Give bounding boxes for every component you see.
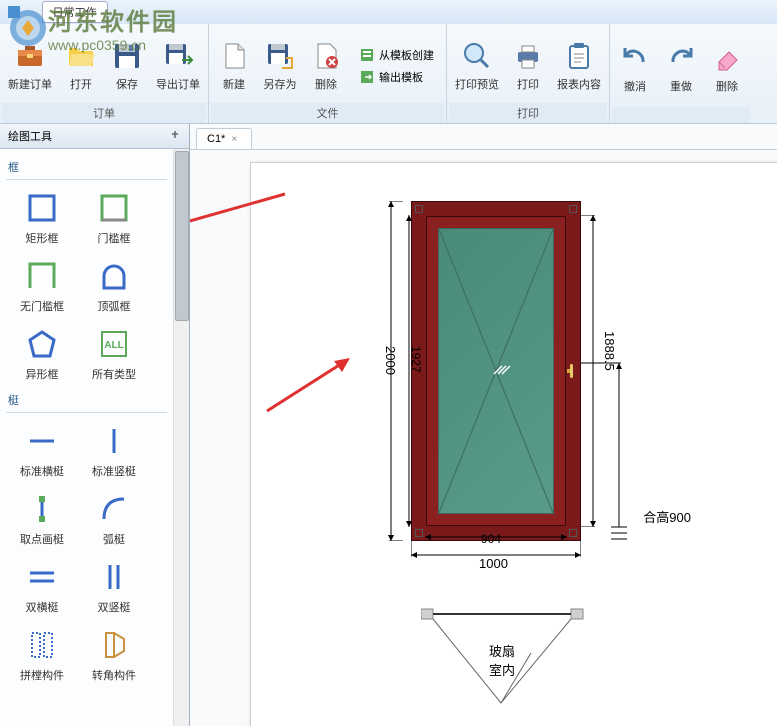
door-drawing[interactable]: 2000 1927 1888.5 — [411, 201, 581, 541]
tool-no-threshold[interactable]: 无门槛框 — [6, 252, 78, 320]
door-frame — [411, 201, 581, 541]
point-mullion-icon — [24, 491, 60, 527]
ribbon: 新建订单 打开 保存 导出订单 订单 新建 — [0, 24, 777, 124]
doc-delete-icon — [310, 40, 342, 72]
pin-icon[interactable] — [169, 130, 181, 142]
tool-point-mullion[interactable]: 取点画梃 — [6, 485, 78, 553]
output-template-button[interactable]: 输出模板 — [355, 66, 438, 88]
ribbon-group-edit-label — [612, 107, 750, 123]
tab-c1[interactable]: C1* × — [196, 128, 252, 149]
glass-diagonals — [439, 229, 553, 513]
printer-icon — [512, 40, 544, 72]
plan-label: 玻扇 室内 — [489, 641, 515, 679]
door-glass — [438, 228, 554, 514]
tab-close-icon[interactable]: × — [231, 134, 241, 144]
save-button[interactable]: 保存 — [104, 28, 150, 103]
tools-panel-header: 绘图工具 — [0, 124, 189, 149]
print-button[interactable]: 打印 — [505, 28, 551, 103]
tool-door-frame[interactable]: 门槛框 — [78, 184, 150, 252]
from-template-button[interactable]: 从模板创建 — [355, 44, 438, 66]
magnifier-icon — [461, 40, 493, 72]
dim-handle — [581, 361, 631, 541]
arc-top-icon — [96, 258, 132, 294]
dim-handle-height: 合高900 — [643, 507, 691, 526]
tool-joint-component[interactable]: 拼樘构件 — [6, 621, 78, 689]
save-as-button[interactable]: 另存为 — [257, 28, 303, 103]
svg-text:ALL: ALL — [104, 340, 123, 351]
floppy-icon — [111, 40, 143, 72]
v-mullion-icon — [96, 423, 132, 459]
export-order-button[interactable]: 导出订单 — [150, 28, 206, 103]
door-frame-icon — [96, 190, 132, 226]
tool-corner-component[interactable]: 转角构件 — [78, 621, 150, 689]
corner-clip-bl — [415, 529, 423, 537]
template-out-icon — [359, 69, 375, 85]
clipboard-icon — [563, 40, 595, 72]
corner-clip-br — [569, 529, 577, 537]
corner-clip-tl — [415, 205, 423, 213]
open-button[interactable]: 打开 — [58, 28, 104, 103]
rect-frame-icon — [24, 190, 60, 226]
tool-arc-mullion[interactable]: 弧梃 — [78, 485, 150, 553]
canvas-paper: 2000 1927 1888.5 — [250, 162, 777, 726]
document-tabs: C1* × — [190, 124, 777, 150]
print-preview-button[interactable]: 打印预览 — [449, 28, 505, 103]
dbl-h-mullion-icon — [24, 559, 60, 595]
polygon-frame-icon — [24, 326, 60, 362]
tool-polygon-frame[interactable]: 异形框 — [6, 320, 78, 388]
corner-component-icon — [96, 627, 132, 663]
tool-all-types[interactable]: ALL 所有类型 — [78, 320, 150, 388]
delete-file-button[interactable]: 删除 — [303, 28, 349, 103]
redo-button[interactable]: 重做 — [658, 28, 704, 107]
ribbon-group-order-label: 订单 — [2, 103, 206, 123]
h-mullion-icon — [24, 423, 60, 459]
tool-h-mullion[interactable]: 标准横梃 — [6, 417, 78, 485]
tool-dbl-h-mullion[interactable]: 双横梃 — [6, 553, 78, 621]
arc-mullion-icon — [96, 491, 132, 527]
new-doc-icon — [218, 40, 250, 72]
ribbon-tab-active[interactable]: 日常工作 — [42, 1, 108, 23]
floppy-export-icon — [162, 40, 194, 72]
tool-v-mullion[interactable]: 标准竖梃 — [78, 417, 150, 485]
ribbon-group-print-label: 打印 — [449, 103, 607, 123]
briefcase-icon — [14, 40, 46, 72]
all-types-icon: ALL — [96, 326, 132, 362]
report-content-button[interactable]: 报表内容 — [551, 28, 607, 103]
delete-button[interactable]: 删除 — [704, 28, 750, 107]
new-order-button[interactable]: 新建订单 — [2, 28, 58, 103]
tool-rect-frame[interactable]: 矩形框 — [6, 184, 78, 252]
no-threshold-icon — [24, 258, 60, 294]
tools-body: 框 矩形框 门槛框 无门槛框 — [0, 149, 173, 726]
dim-height-outer: 2000 — [383, 346, 398, 375]
tools-scrollbar[interactable] — [173, 149, 189, 726]
canvas[interactable]: 2000 1927 1888.5 — [190, 150, 777, 726]
titlebar: x 日常工作 — [0, 0, 777, 24]
app-icon — [6, 4, 22, 20]
new-file-button[interactable]: 新建 — [211, 28, 257, 103]
template-from-icon — [359, 47, 375, 63]
eraser-icon — [711, 42, 743, 74]
tools-section-mullion: 梃 — [6, 388, 167, 413]
redo-icon — [665, 42, 697, 74]
bottom-plan-view: 玻扇 室内 — [421, 603, 601, 726]
ribbon-group-file-label: 文件 — [211, 103, 444, 123]
dim-width-outer-text: 1000 — [479, 556, 508, 571]
undo-icon — [619, 42, 651, 74]
tool-dbl-v-mullion[interactable]: 双竖梃 — [78, 553, 150, 621]
folder-open-icon — [65, 40, 97, 72]
door-sash — [426, 216, 566, 526]
dbl-v-mullion-icon — [96, 559, 132, 595]
scrollbar-thumb[interactable] — [175, 151, 189, 321]
corner-clip-tr — [569, 205, 577, 213]
tools-section-frame: 框 — [6, 155, 167, 180]
canvas-area: C1* × — [190, 124, 777, 726]
tool-arc-top[interactable]: 顶弧框 — [78, 252, 150, 320]
tools-panel: 绘图工具 框 矩形框 门槛框 无门槛框 — [0, 124, 190, 726]
undo-button[interactable]: 撤消 — [612, 28, 658, 107]
dim-height-inner: 1927 — [409, 346, 423, 373]
save-as-icon — [264, 40, 296, 72]
joint-component-icon — [24, 627, 60, 663]
door-handle-icon — [567, 364, 577, 378]
